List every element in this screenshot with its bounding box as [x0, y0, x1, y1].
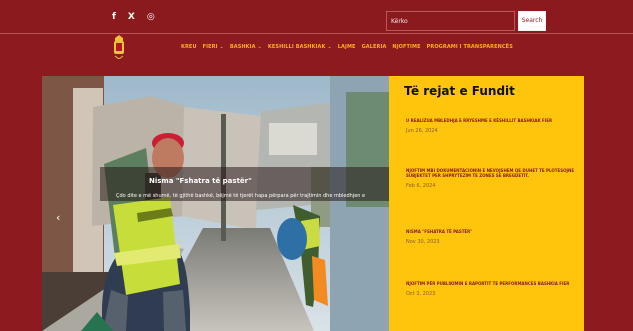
- municipality-logo[interactable]: [113, 35, 125, 59]
- slider-prev-button[interactable]: ‹: [56, 212, 60, 223]
- hero-title: Nisma "Fshatra të pastër": [149, 177, 252, 185]
- nav-item-bashkia[interactable]: BASHKIA ⌄: [230, 44, 262, 50]
- news-headline[interactable]: U REALIZUA MBLEDHJA E RRYESHME E KËSHILL…: [406, 118, 578, 123]
- chevron-down-icon: ⌄: [219, 44, 224, 50]
- chevron-down-icon: ⌄: [257, 44, 262, 50]
- search-input[interactable]: [386, 11, 515, 31]
- x-icon[interactable]: X: [128, 12, 135, 22]
- nav-item-njoftime[interactable]: NJOFTIME: [392, 44, 420, 50]
- facebook-icon[interactable]: f: [112, 12, 116, 22]
- nav-item-fieri[interactable]: FIERI ⌄: [203, 44, 224, 50]
- news-headline[interactable]: NJOFTIM PËR PUBLIKIMIN E RAPORTIT TE PER…: [406, 281, 578, 286]
- main-navigation: KREU FIERI ⌄ BASHKIA ⌄ KESHILLI BASHKIAK ⌄ …: [181, 44, 513, 50]
- news-date: Feb 6, 2024: [406, 183, 436, 189]
- chevron-down-icon: ⌄: [327, 44, 332, 50]
- hero-text: Çdo dite e më shumë, të gjithë bashkë, b…: [116, 193, 366, 199]
- news-item[interactable]: NISMA "FSHATRA TË PASTËR" Nov 30, 2023: [406, 229, 578, 245]
- news-date: Jun 26, 2024: [406, 128, 438, 134]
- social-icons: f X ◎: [112, 12, 155, 22]
- nav-item-galeria[interactable]: GALERIA: [362, 44, 387, 50]
- hero-slider-image: [42, 76, 389, 331]
- news-item[interactable]: U REALIZUA MBLEDHJA E RRYESHME E KËSHILL…: [406, 118, 578, 134]
- news-date: Nov 30, 2023: [406, 239, 440, 245]
- instagram-icon[interactable]: ◎: [147, 12, 155, 22]
- nav-item-kreu[interactable]: KREU: [181, 44, 197, 50]
- nav-item-keshilli-bashkiak[interactable]: KESHILLI BASHKIAK ⌄: [268, 44, 332, 50]
- latest-news-title: Të rejat e Fundit: [404, 84, 515, 98]
- news-headline[interactable]: NISMA "FSHATRA TË PASTËR": [406, 229, 578, 234]
- news-item[interactable]: NJOFTIM PËR PUBLIKIMIN E RAPORTIT TE PER…: [406, 281, 578, 297]
- nav-item-lajme[interactable]: LAJME: [338, 44, 356, 50]
- nav-item-programi-transparences[interactable]: PROGRAMI I TRANSPARENCËS: [427, 44, 513, 50]
- news-date: Oct 3, 2023: [406, 291, 436, 297]
- search-button[interactable]: Search: [518, 11, 546, 31]
- news-item[interactable]: NJOFTIM MBI DOKUMENTACIONIN E NEVOJSHEM …: [406, 168, 578, 189]
- site-header: [0, 34, 633, 76]
- news-headline[interactable]: NJOFTIM MBI DOKUMENTACIONIN E NEVOJSHEM …: [406, 168, 578, 178]
